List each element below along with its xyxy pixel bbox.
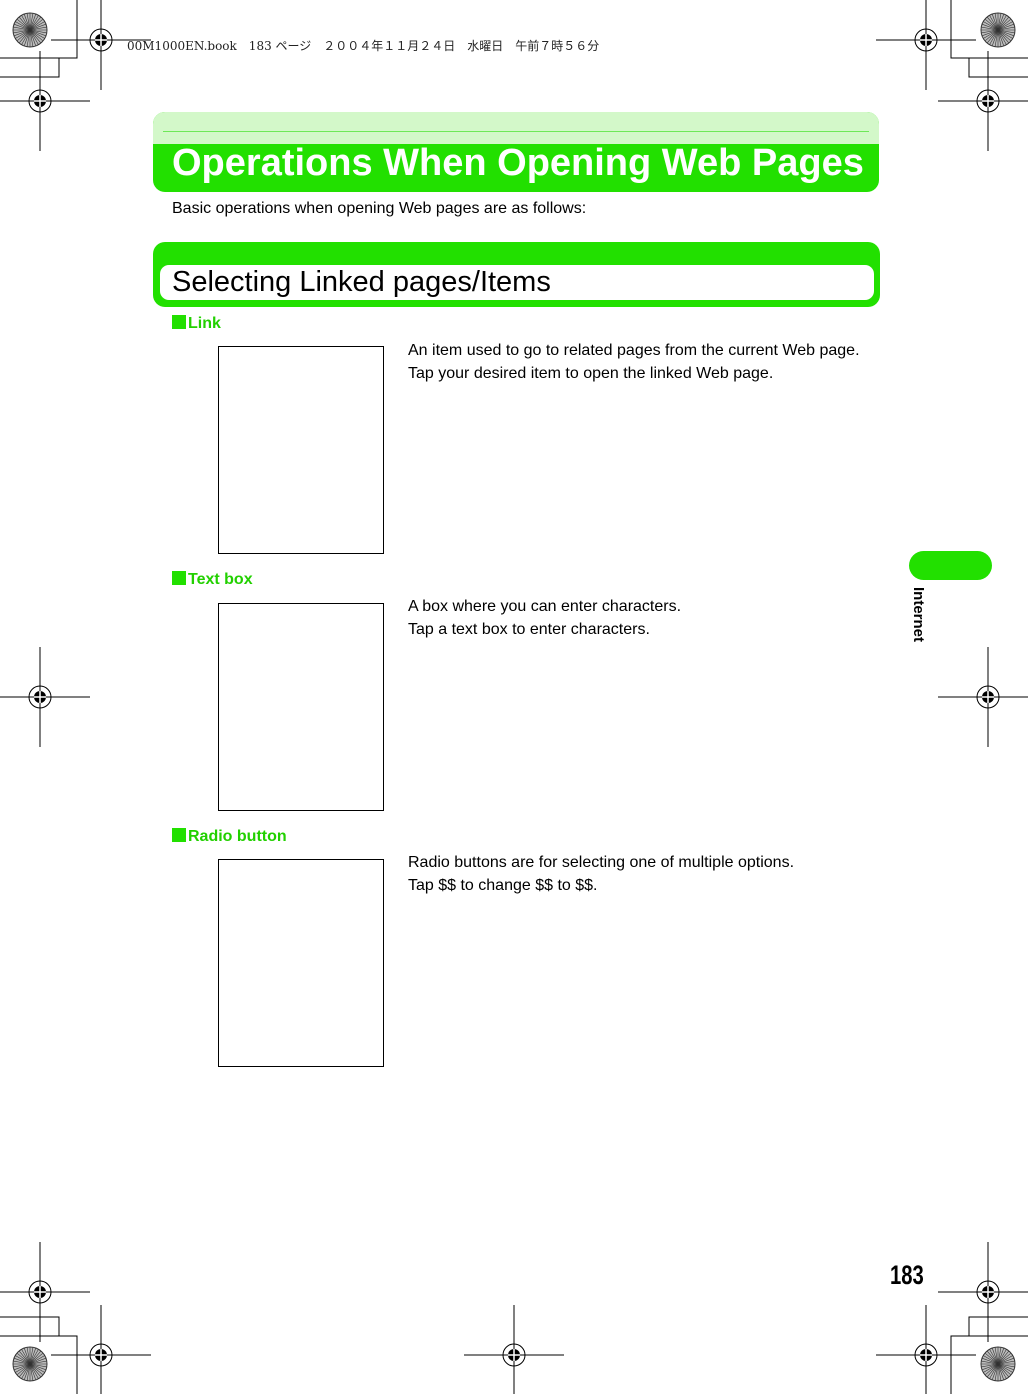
- square-bullet-icon: [172, 828, 186, 842]
- rosette-mark-icon: [12, 1346, 48, 1382]
- item-description-radio-button: Radio buttons are for selecting one of m…: [408, 854, 795, 894]
- crosshair-mark-icon: [464, 1305, 564, 1394]
- crosshair-mark-icon: [938, 51, 1028, 151]
- section-title: Selecting Linked pages/Items: [172, 266, 551, 298]
- item-heading-radio-button: Radio button: [172, 828, 287, 846]
- rosette-mark-icon: [12, 12, 48, 48]
- square-bullet-icon: [172, 315, 186, 329]
- rosette-mark-icon: [980, 1346, 1016, 1382]
- item-heading-text-box: Text box: [172, 571, 253, 589]
- title-banner: Operations When Opening Web Pages: [153, 112, 879, 192]
- page-title: Operations When Opening Web Pages: [172, 142, 864, 184]
- crosshair-mark-icon: [0, 1242, 90, 1342]
- item-heading-link: Link: [172, 315, 221, 333]
- section-banner: Selecting Linked pages/Items: [153, 242, 880, 307]
- intro-text: Basic operations when opening Web pages …: [172, 200, 587, 217]
- screenshot-placeholder-text-box: [218, 603, 384, 811]
- chapter-tab: [909, 551, 992, 580]
- crosshair-mark-icon: [938, 1242, 1028, 1342]
- page-number: 183: [890, 1260, 924, 1290]
- square-bullet-icon: [172, 571, 186, 585]
- crosshair-mark-icon: [0, 647, 90, 747]
- crosshair-mark-icon: [0, 51, 90, 151]
- screenshot-placeholder-radio-button: [218, 859, 384, 1067]
- crosshair-mark-icon: [876, 0, 976, 90]
- print-header: 00M1000EN.book 183 ページ ２００４年１１月２４日 水曜日 午…: [127, 39, 600, 53]
- rosette-mark-icon: [980, 12, 1016, 48]
- chapter-tab-label: Internet: [910, 587, 927, 643]
- crosshair-mark-icon: [51, 1305, 151, 1394]
- crosshair-mark-icon: [938, 647, 1028, 747]
- screenshot-placeholder-link: [218, 346, 384, 554]
- document-page: 00M1000EN.book 183 ページ ２００４年１１月２４日 水曜日 午…: [0, 0, 1028, 1394]
- crosshair-mark-icon: [876, 1305, 976, 1394]
- item-description-link: An item used to go to related pages from…: [408, 342, 860, 382]
- item-description-text-box: A box where you can enter characters. Ta…: [408, 598, 682, 638]
